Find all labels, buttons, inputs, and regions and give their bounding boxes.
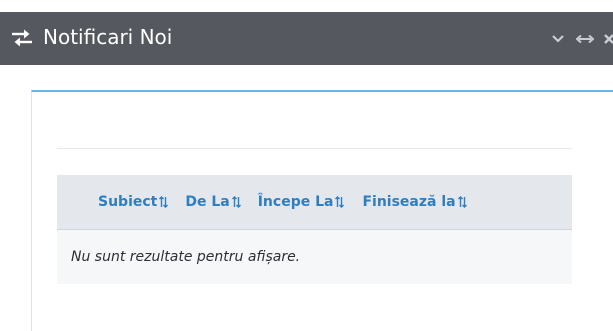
sort-icon[interactable] (159, 196, 169, 208)
notifications-window: Notificari Noi Subiect De La Începe La F… (0, 0, 613, 331)
table-header-row: Subiect De La Începe La Finisează la (57, 175, 572, 230)
swap-arrows-icon (11, 28, 33, 48)
column-header-subiect[interactable]: Subiect (98, 194, 169, 210)
horizontal-resize-icon[interactable] (576, 30, 594, 48)
sort-icon[interactable] (335, 196, 345, 208)
notifications-table: Subiect De La Începe La Finisează la Nu … (57, 175, 572, 284)
sort-icon[interactable] (457, 196, 467, 208)
column-header-incepe-la[interactable]: Începe La (258, 194, 345, 210)
window-controls (540, 29, 613, 49)
window-titlebar[interactable]: Notificari Noi (0, 12, 613, 65)
table-row-empty: Nu sunt rezultate pentru afișare. (57, 230, 572, 284)
chevron-down-icon[interactable] (549, 30, 567, 48)
close-icon[interactable] (603, 30, 613, 48)
empty-results-message: Nu sunt rezultate pentru afișare. (71, 249, 301, 265)
column-header-de-la[interactable]: De La (185, 194, 241, 210)
window-title: Notificari Noi (43, 25, 173, 49)
notifications-panel: Subiect De La Începe La Finisează la Nu … (31, 90, 613, 331)
sort-icon[interactable] (231, 196, 241, 208)
column-header-finiseaza-la[interactable]: Finisează la (362, 194, 467, 210)
divider (57, 148, 572, 149)
